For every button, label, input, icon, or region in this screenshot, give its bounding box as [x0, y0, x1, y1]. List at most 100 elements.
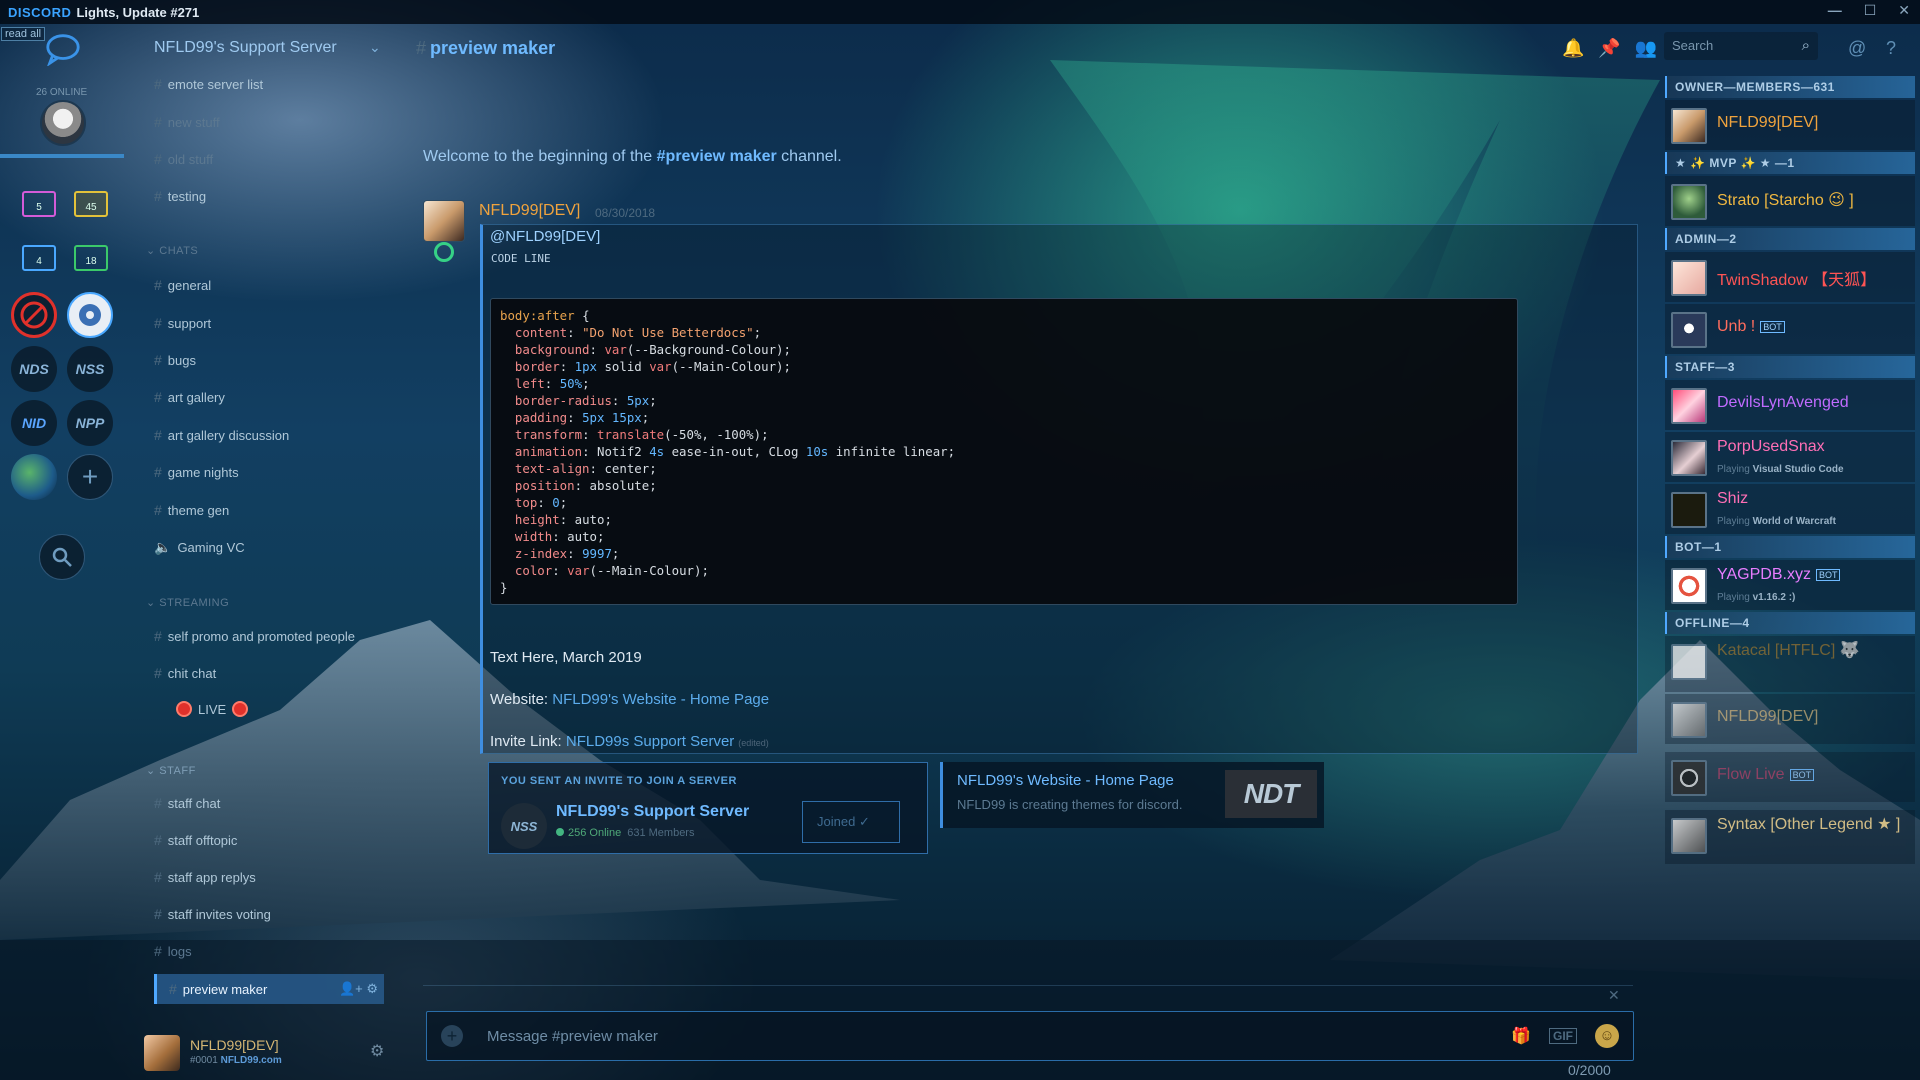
message-input[interactable]: + Message #preview maker 🎁 GIF ☺	[426, 1011, 1634, 1061]
channel-item[interactable]: # bugs	[154, 352, 196, 368]
server-icon-nid[interactable]: NID	[11, 400, 57, 446]
message-text: Text Here, March 2019	[490, 649, 642, 666]
channel-item[interactable]: # staff invites voting	[154, 906, 271, 922]
channel-item[interactable]: # self promo and promoted people	[154, 628, 355, 644]
category-streaming[interactable]: ⌄ STREAMING	[146, 596, 229, 609]
upload-plus-icon[interactable]: +	[441, 1025, 463, 1047]
user-avatar[interactable]	[144, 1035, 180, 1071]
channel-item[interactable]: # support	[154, 315, 211, 331]
member-name-text: Unb !	[1717, 318, 1756, 335]
member-row[interactable]: Syntax [Other Legend ★ ]	[1665, 810, 1915, 864]
member-row[interactable]: NFLD99[DEV]	[1665, 100, 1915, 150]
gif-icon[interactable]: GIF	[1549, 1028, 1577, 1044]
server-icon-disc[interactable]	[67, 292, 113, 338]
joined-button[interactable]: Joined ✓	[802, 801, 900, 843]
edited-tag: (edited)	[738, 738, 769, 748]
channel-item[interactable]: # art gallery discussion	[154, 427, 289, 443]
pin-icon[interactable]: 📌	[1598, 38, 1620, 59]
invite-settings-icons[interactable]: 👤+ ⚙	[339, 981, 378, 997]
channel-item[interactable]: # staff chat	[154, 795, 220, 811]
channel-item[interactable]: # testing	[154, 188, 206, 204]
bell-icon[interactable]: 🔔	[1562, 38, 1584, 59]
message-avatar[interactable]	[423, 200, 465, 242]
chevron-down-icon[interactable]: ⌄	[369, 39, 381, 56]
help-icon[interactable]: ?	[1886, 38, 1896, 59]
member-row[interactable]: NFLD99[DEV]	[1665, 694, 1915, 744]
member-row[interactable]: Strato [Starcho 😉 ]	[1665, 176, 1915, 226]
channel-title: # preview maker	[416, 38, 555, 59]
emoji-icon[interactable]: ☺	[1595, 1024, 1619, 1048]
invite-link[interactable]: NFLD99s Support Server	[566, 733, 734, 750]
server-discovery-button[interactable]	[39, 534, 85, 580]
server-icon-blocked[interactable]	[11, 292, 57, 338]
embed-description: NFLD99 is creating themes for discord.	[957, 797, 1183, 812]
channel-item-selected[interactable]: # preview maker 👤+ ⚙	[154, 974, 384, 1004]
website-link[interactable]: NFLD99's Website - Home Page	[552, 691, 769, 708]
direct-messages-icon[interactable]	[44, 32, 82, 66]
channel-item[interactable]: # art gallery	[154, 389, 225, 405]
channel-item[interactable]: # game nights	[154, 464, 239, 480]
server-folder[interactable]: 45	[74, 191, 108, 217]
member-row[interactable]: Katacal [HTFLC] 🐺	[1665, 636, 1915, 692]
members-icon[interactable]: 👥	[1635, 38, 1657, 59]
search-input[interactable]: Search ⌕	[1664, 32, 1818, 60]
code-block: body:after { content: "Do Not Use Better…	[490, 298, 1518, 605]
add-server-button[interactable]: +	[67, 454, 113, 500]
category-label: CHATS	[159, 245, 199, 257]
member-row[interactable]: DevilsLynAvenged	[1665, 380, 1915, 430]
channel-title-label: preview maker	[430, 38, 556, 58]
channel-item[interactable]: # theme gen	[154, 502, 229, 518]
channel-item[interactable]: # staff offtopic	[154, 832, 237, 848]
minimize-icon[interactable]: —	[1828, 2, 1842, 19]
message-mention[interactable]: @NFLD99[DEV]	[490, 228, 600, 245]
invite-stats: 256 Online 631 Members	[556, 827, 694, 839]
member-row[interactable]: PorpUsedSnax Playing Visual Studio Code	[1665, 432, 1915, 482]
member-row[interactable]: Flow Live BOT	[1665, 752, 1915, 802]
embed-title[interactable]: NFLD99's Website - Home Page	[957, 772, 1174, 789]
server-icon-npp[interactable]: NPP	[67, 400, 113, 446]
member-row[interactable]: Shiz Playing World of Warcraft	[1665, 484, 1915, 534]
server-folder[interactable]: 4	[22, 245, 56, 271]
channel-item[interactable]: # staff app replys	[154, 869, 256, 885]
channel-item[interactable]: # emote server list	[154, 76, 263, 92]
mention-icon[interactable]: @	[1848, 38, 1866, 59]
server-icon-nds[interactable]: NDS	[11, 346, 57, 392]
read-all-button[interactable]: read all	[1, 27, 46, 41]
server-folder[interactable]: 5	[22, 191, 56, 217]
header-icons: 🔔 📌 👥	[1562, 38, 1657, 59]
member-category: ★ ✨ MVP ✨ ★ —1	[1665, 152, 1915, 174]
server-icon-globe[interactable]	[11, 454, 57, 500]
member-row[interactable]: YAGPDB.xyz BOT Playing v1.16.2 :)	[1665, 560, 1915, 610]
member-category: ADMIN—2	[1665, 228, 1915, 250]
voice-channel-item[interactable]: 🔈 Gaming VC	[154, 539, 245, 556]
server-folder[interactable]: 18	[74, 245, 108, 271]
channel-item-live[interactable]: LIVE	[176, 701, 249, 717]
category-chats[interactable]: ⌄ CHATS	[146, 244, 198, 257]
gift-icon[interactable]: 🎁	[1511, 1026, 1531, 1046]
hash-icon: #	[154, 277, 162, 293]
channel-label: art gallery discussion	[167, 427, 290, 443]
category-staff[interactable]: ⌄ STAFF	[146, 764, 196, 777]
channel-item[interactable]: # general	[154, 277, 211, 293]
close-icon[interactable]: ✕	[1608, 987, 1620, 1004]
hash-icon: #	[154, 869, 162, 885]
member-row[interactable]: TwinShadow 【天狐】	[1665, 252, 1915, 302]
channel-item[interactable]: # new stuff	[154, 114, 220, 130]
embed-thumbnail[interactable]: NDT	[1225, 770, 1317, 818]
search-icon: ⌕	[1801, 37, 1810, 54]
home-avatar[interactable]	[40, 100, 86, 146]
member-row[interactable]: Unb ! BOT	[1665, 304, 1915, 354]
channel-item[interactable]: # logs	[154, 943, 192, 959]
hash-icon: #	[154, 795, 162, 811]
online-dot-icon	[556, 828, 564, 836]
server-icon-nss[interactable]: NSS	[67, 346, 113, 392]
message-author[interactable]: NFLD99[DEV]	[479, 202, 580, 220]
gear-icon[interactable]: ⚙	[370, 1041, 384, 1061]
server-name[interactable]: NFLD99's Support Server	[154, 39, 337, 57]
maximize-icon[interactable]: ☐	[1864, 2, 1877, 19]
invite-server-name[interactable]: NFLD99's Support Server	[556, 803, 749, 821]
channel-item[interactable]: # chit chat	[154, 665, 216, 681]
channel-item[interactable]: # old stuff	[154, 151, 213, 167]
hash-icon: #	[154, 389, 162, 405]
close-icon[interactable]: ✕	[1898, 2, 1910, 19]
